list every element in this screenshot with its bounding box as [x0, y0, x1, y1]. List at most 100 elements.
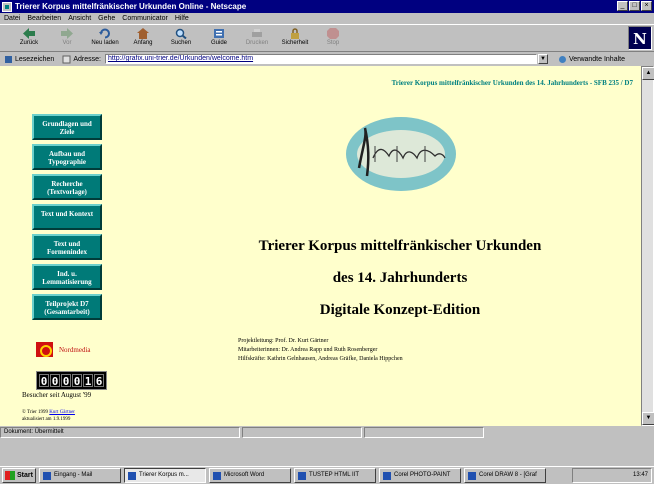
counter-digit: 0	[61, 374, 71, 388]
bookmarks-icon	[5, 55, 12, 63]
reload-button[interactable]: Neu laden	[90, 27, 120, 51]
menu-communicator[interactable]: Communicator	[122, 15, 168, 22]
title-line-3: Digitale Konzept-Edition	[319, 302, 481, 318]
back-label: Zurück	[19, 40, 39, 46]
window-controls: _ □ ×	[617, 1, 652, 11]
credit-staff: Mitarbeiterinnen: Dr. Andrea Rapp und Ru…	[238, 347, 378, 353]
maximize-button[interactable]: □	[629, 1, 640, 11]
forward-label: Vor	[62, 40, 72, 46]
menu-gehe[interactable]: Gehe	[98, 15, 115, 22]
nav-recherche[interactable]: Recherche (Textvorlage)	[32, 174, 102, 200]
forward-arrow-icon	[61, 28, 73, 39]
back-arrow-icon	[23, 28, 35, 39]
menu-ansicht[interactable]: Ansicht	[68, 15, 91, 22]
nav-aufbau[interactable]: Aufbau und Typographie	[32, 144, 102, 170]
tray-clock[interactable]: 13:47	[633, 472, 648, 478]
nav-formenindex[interactable]: Text und Formenindex	[32, 234, 102, 260]
sponsor-logo[interactable]: Nordmedia	[36, 342, 91, 357]
navigation-toolbar: Zurück Vor Neu laden Anfang Suchen Guide…	[0, 24, 654, 52]
copyright-text: © Trier 1999	[22, 410, 49, 415]
nav-grundlagen[interactable]: Grundlagen und Ziele	[32, 114, 102, 140]
back-button[interactable]: Zurück	[14, 27, 44, 51]
reload-icon	[99, 28, 110, 39]
counter-digit: 0	[72, 374, 82, 388]
task-coreldraw[interactable]: Corel DRAW 8 - [Graf	[464, 468, 546, 483]
stop-icon	[327, 28, 339, 39]
task-tustep[interactable]: TUSTEP HTML IIT	[294, 468, 376, 483]
print-button[interactable]: Drucken	[242, 27, 272, 51]
menu-bearbeiten[interactable]: Bearbeiten	[27, 15, 61, 22]
credit-lead: Projektleitung: Prof. Dr. Kurt Gärtner	[238, 338, 329, 344]
task-netscape[interactable]: Trierer Korpus m...	[124, 468, 206, 483]
forward-button[interactable]: Vor	[52, 27, 82, 51]
system-tray: 13:47	[572, 468, 652, 483]
stop-label: Stop	[326, 40, 340, 46]
task-word[interactable]: Microsoft Word	[209, 468, 291, 483]
vertical-scrollbar[interactable]: ▲ ▼	[641, 66, 654, 426]
nav-lemmatisierung[interactable]: Ind. u. Lemmatisierung	[32, 264, 102, 290]
start-label: Start	[17, 472, 33, 479]
taskbar: Start Eingang - Mail Trierer Korpus m...…	[0, 466, 654, 484]
author-link[interactable]: Kurt Gärtner	[49, 410, 75, 415]
visitor-counter: 000016	[36, 371, 107, 390]
scroll-down-button[interactable]: ▼	[642, 412, 654, 425]
printer-icon	[252, 29, 262, 37]
window-title-bar[interactable]: Trierer Korpus mittelfränkischer Urkunde…	[0, 0, 654, 13]
nav-menu: Grundlagen und Ziele Aufbau und Typograp…	[32, 114, 102, 324]
page-header-line: Trierer Korpus mittelfränkischer Urkunde…	[391, 79, 633, 87]
updated-text: aktualisiert am 1.9.1999	[22, 417, 71, 422]
status-cell-security	[364, 427, 484, 438]
netscape-app-icon[interactable]	[2, 1, 12, 12]
minimize-button[interactable]: _	[617, 1, 628, 11]
task-photopaint[interactable]: Corel PHOTO-PAINT	[379, 468, 461, 483]
nav-text-kontext[interactable]: Text und Kontext	[32, 204, 102, 230]
guide-button[interactable]: Guide	[204, 27, 234, 51]
sponsor-logo-text: Nordmedia	[59, 345, 91, 354]
copyright-note: © Trier 1999 Kurt Gärtner aktualisiert a…	[22, 409, 75, 423]
address-dropdown-button[interactable]: ▼	[537, 54, 548, 64]
print-label: Drucken	[245, 40, 269, 46]
location-icon	[62, 55, 71, 63]
related-content-button[interactable]: Verwandte Inhalte	[569, 56, 625, 63]
start-button[interactable]: Start	[2, 468, 36, 483]
bookmarks-button[interactable]: Lesezeichen	[15, 56, 54, 63]
counter-digit: 1	[83, 374, 93, 388]
home-label: Anfang	[133, 40, 153, 46]
scroll-up-button[interactable]: ▲	[642, 67, 654, 80]
lock-icon	[291, 28, 299, 39]
stop-button[interactable]: Stop	[318, 27, 348, 51]
manuscript-emblem	[346, 117, 456, 191]
home-button[interactable]: Anfang	[128, 27, 158, 51]
home-icon	[137, 28, 149, 39]
counter-digit: 6	[94, 374, 104, 388]
project-credits: Projektleitung: Prof. Dr. Kurt Gärtner M…	[238, 337, 403, 364]
guide-label: Guide	[210, 40, 227, 46]
task-mail[interactable]: Eingang - Mail	[39, 468, 121, 483]
security-button[interactable]: Sicherheit	[280, 27, 310, 51]
title-line-1: Trierer Korpus mittelfränkischer Urkunde…	[258, 238, 542, 254]
menu-datei[interactable]: Datei	[4, 15, 20, 22]
netscape-logo[interactable]: N	[628, 26, 652, 50]
reload-label: Neu laden	[91, 40, 119, 46]
credit-assistants: Hilfskräfte: Kathrin Gelnhausen, Andreas…	[238, 356, 403, 362]
guide-icon	[214, 29, 224, 38]
title-line-2: des 14. Jahrhunderts	[332, 270, 468, 286]
status-text: Dokument: Übermittelt	[0, 427, 240, 438]
counter-digit: 0	[39, 374, 49, 388]
search-icon	[175, 28, 187, 39]
close-button[interactable]: ×	[641, 1, 652, 11]
address-label: Adresse:	[73, 55, 101, 63]
nav-teilprojekt[interactable]: Teilprojekt D7 (Gesamtarbeit)	[32, 294, 102, 320]
menu-hilfe[interactable]: Hilfe	[175, 15, 189, 22]
status-bar: Dokument: Übermittelt	[0, 426, 654, 439]
sponsor-logo-mark	[36, 342, 53, 357]
status-cell-progress	[242, 427, 362, 438]
search-label: Suchen	[170, 40, 192, 46]
window-title: Trierer Korpus mittelfränkischer Urkunde…	[15, 2, 247, 11]
location-bar: Lesezeichen Adresse: http://grafix.uni-t…	[0, 53, 654, 65]
security-label: Sicherheit	[281, 40, 309, 46]
visitor-label: Besucher seit August '99	[22, 391, 92, 399]
page-content: Trierer Korpus mittelfränkischer Urkunde…	[0, 66, 641, 426]
address-input[interactable]: http://grafix.uni-trier.de/Urkunden/welc…	[104, 54, 537, 64]
search-button[interactable]: Suchen	[166, 27, 196, 51]
